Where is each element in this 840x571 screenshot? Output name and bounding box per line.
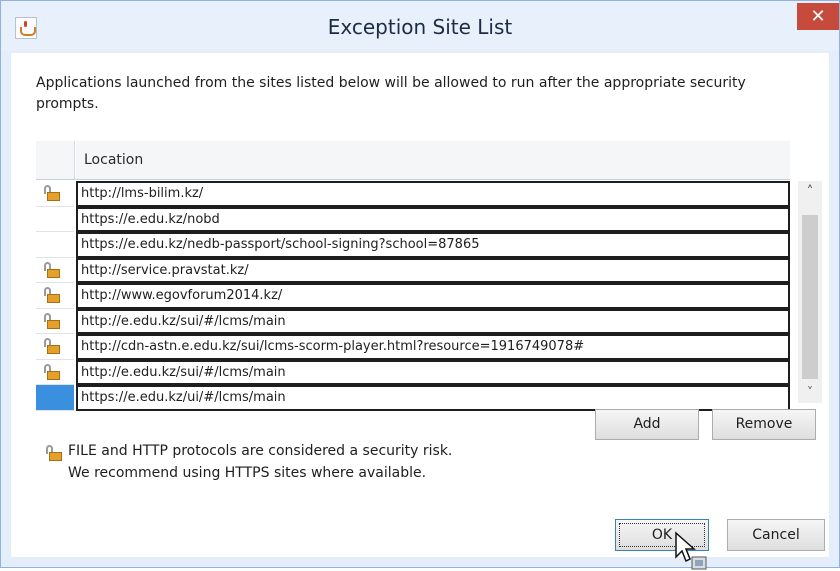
remove-button[interactable]: Remove: [712, 409, 816, 440]
vertical-scrollbar[interactable]: ˄ ˅: [798, 181, 822, 403]
table-row[interactable]: https://e.edu.kz/nedb-passport/school-si…: [36, 232, 790, 258]
lock-cell[interactable]: [36, 385, 74, 411]
lock-icon: [43, 185, 61, 201]
dialog-content: Applications launched from the sites lis…: [11, 53, 829, 570]
table-row[interactable]: http://cdn-astn.e.edu.kz/sui/lcms-scorm-…: [36, 334, 790, 360]
description-text: Applications launched from the sites lis…: [36, 75, 746, 112]
location-cell[interactable]: http://e.edu.kz/sui/#/lcms/main: [76, 308, 790, 334]
lock-cell[interactable]: [36, 360, 74, 385]
table-row[interactable]: https://e.edu.kz/ui/#/lcms/main: [36, 385, 790, 411]
lock-cell[interactable]: [36, 334, 74, 360]
location-cell[interactable]: https://e.edu.kz/nedb-passport/school-si…: [76, 232, 790, 258]
location-column-header: Location: [76, 141, 790, 179]
table-row[interactable]: http://lms-bilim.kz/: [36, 181, 790, 207]
lock-cell[interactable]: [36, 232, 74, 258]
lock-cell[interactable]: [36, 258, 74, 283]
site-table: Location http://lms-bilim.kz/https://e.e…: [36, 141, 822, 411]
table-row[interactable]: https://e.edu.kz/nobd: [36, 206, 790, 232]
location-cell[interactable]: http://www.egovforum2014.kz/: [76, 283, 790, 309]
lock-column-header: [36, 141, 75, 179]
lock-cell[interactable]: [36, 283, 74, 309]
table-row[interactable]: http://www.egovforum2014.kz/: [36, 283, 790, 309]
exception-site-list-dialog: Exception Site List ✕ Applications launc…: [0, 0, 840, 570]
lock-cell[interactable]: [36, 207, 74, 232]
chevron-down-icon[interactable]: ˅: [798, 381, 822, 403]
lock-icon: [43, 312, 61, 329]
lock-icon: [43, 261, 61, 278]
cancel-button[interactable]: Cancel: [727, 519, 825, 551]
scrollbar-thumb[interactable]: [802, 215, 818, 379]
close-button[interactable]: ✕: [797, 3, 839, 30]
window-title: Exception Site List: [327, 15, 513, 39]
location-cell[interactable]: http://lms-bilim.kz/: [76, 181, 790, 207]
mouse-cursor-icon: [675, 531, 707, 570]
table-row[interactable]: http://e.edu.kz/sui/#/lcms/main: [36, 359, 790, 385]
location-cell[interactable]: http://e.edu.kz/sui/#/lcms/main: [76, 359, 790, 385]
header-divider: [36, 179, 790, 180]
location-cell[interactable]: http://cdn-astn.e.edu.kz/sui/lcms-scorm-…: [76, 334, 790, 360]
location-cell[interactable]: http://service.pravstat.kz/: [76, 257, 790, 283]
lock-cell[interactable]: [36, 309, 74, 334]
warning-line-2: We recommend using HTTPS sites where ava…: [68, 465, 427, 481]
lock-icon: [43, 363, 61, 380]
add-button[interactable]: Add: [595, 409, 699, 440]
title-bar[interactable]: Exception Site List ✕: [1, 1, 839, 51]
lock-icon: [45, 445, 63, 461]
lock-icon: [43, 287, 61, 303]
table-row[interactable]: http://e.edu.kz/sui/#/lcms/main: [36, 308, 790, 334]
warning-line-1: FILE and HTTP protocols are considered a…: [68, 443, 453, 459]
lock-icon: [43, 338, 61, 354]
location-cell[interactable]: https://e.edu.kz/ui/#/lcms/main: [76, 385, 790, 411]
location-cell[interactable]: https://e.edu.kz/nobd: [76, 206, 790, 232]
site-rows: http://lms-bilim.kz/https://e.edu.kz/nob…: [36, 181, 790, 411]
lock-cell[interactable]: [36, 181, 74, 207]
table-row[interactable]: http://service.pravstat.kz/: [36, 257, 790, 283]
chevron-up-icon[interactable]: ˄: [798, 181, 822, 203]
